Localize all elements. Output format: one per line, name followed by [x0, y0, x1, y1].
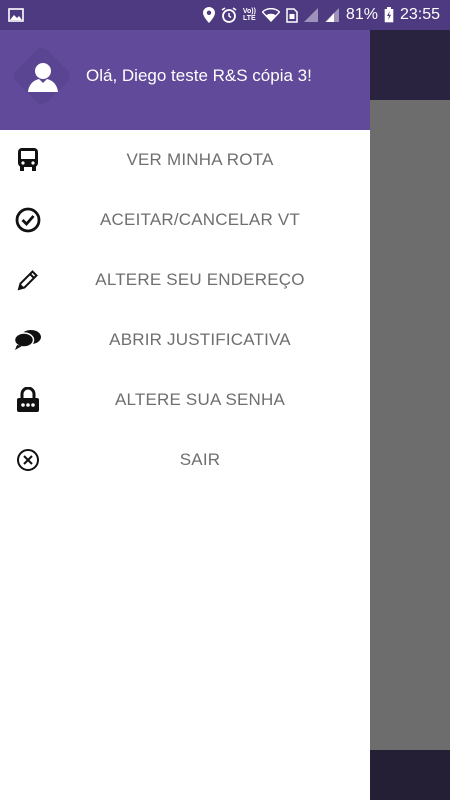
status-bar: Vo)) LTE 81% 23:55 — [0, 0, 450, 30]
menu-item-label: ALTERE SEU ENDEREÇO — [95, 270, 305, 289]
signal-icon — [303, 8, 319, 22]
alarm-icon — [221, 7, 237, 23]
chat-bubbles-icon — [14, 328, 42, 352]
menu-item-label: ACEITAR/CANCELAR VT — [100, 210, 300, 229]
menu-item-label: VER MINHA ROTA — [126, 150, 274, 169]
location-icon — [202, 7, 215, 23]
menu-item-abrir-justificativa[interactable]: ABRIR JUSTIFICATIVA — [0, 310, 370, 370]
menu-item-label: SAIR — [179, 450, 221, 469]
bus-icon — [14, 148, 42, 172]
menu-item-label: ALTERE SUA SENHA — [114, 390, 286, 409]
drawer-header: Olá, Diego teste R&S cópia 3! — [0, 30, 370, 130]
clock-time: 23:55 — [399, 6, 440, 23]
volte-icon: Vo)) LTE — [242, 8, 256, 22]
menu-item-sair[interactable]: SAIR — [0, 430, 370, 490]
signal-icon — [324, 8, 340, 22]
menu-item-altere-seu-endereco[interactable]: ALTERE SEU ENDEREÇO — [0, 250, 370, 310]
image-icon — [8, 8, 24, 22]
drawer-menu: VER MINHA ROTA ACEITAR/CANCELAR VT ALTER… — [0, 130, 370, 490]
background-toolbar — [370, 30, 450, 100]
avatar — [10, 44, 76, 112]
menu-item-aceitar-cancelar-vt[interactable]: ACEITAR/CANCELAR VT — [0, 190, 370, 250]
user-greeting: Olá, Diego teste R&S cópia 3! — [86, 66, 312, 85]
menu-item-ver-minha-rota[interactable]: VER MINHA ROTA — [0, 130, 370, 190]
sim-icon — [286, 7, 298, 23]
user-icon — [28, 63, 58, 92]
drawer-scrim[interactable] — [370, 100, 450, 750]
wifi-icon — [261, 8, 280, 22]
menu-item-label: ABRIR JUSTIFICATIVA — [109, 330, 291, 349]
battery-charging-icon — [384, 7, 394, 23]
check-circle-icon — [14, 207, 42, 233]
close-circle-icon — [14, 448, 42, 472]
background-bottom-bar — [370, 750, 450, 800]
lock-icon — [14, 387, 42, 412]
navigation-drawer: Olá, Diego teste R&S cópia 3! VER MINHA … — [0, 30, 370, 800]
pencil-icon — [14, 268, 42, 292]
menu-item-altere-sua-senha[interactable]: ALTERE SUA SENHA — [0, 370, 370, 430]
battery-percent: 81% — [345, 6, 378, 23]
